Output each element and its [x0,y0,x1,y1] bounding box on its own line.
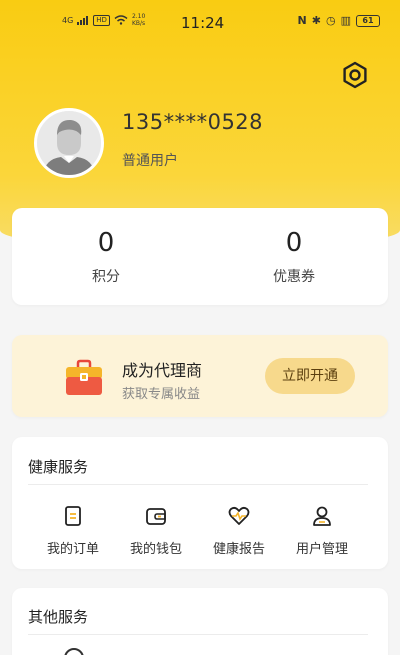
service-label: 我的钱包 [129,542,182,557]
service-health-report[interactable]: 健康报告 [199,505,279,557]
nfc-icon: N [297,14,307,27]
user-icon [313,506,331,526]
status-time: 11:24 [181,14,225,32]
other-services-title: 其他服务 [28,608,89,626]
service-label: 健康报告 [212,542,265,557]
stat-points[interactable]: 0 积分 [46,228,166,286]
hd-badge: HD [93,14,110,26]
coupons-label: 优惠券 [273,269,315,285]
service-my-orders[interactable]: 我的订单 [33,505,113,557]
user-type: 普通用户 [122,153,178,169]
alarm-icon: ◷ [325,14,336,27]
bluetooth-icon: ✱ [311,14,321,27]
order-icon [65,506,81,526]
default-avatar-icon [37,111,101,175]
status-right: N ✱ ◷ ▥ 61 [298,14,380,27]
wifi-icon [114,15,128,25]
points-label: 积分 [92,269,120,285]
stat-coupons[interactable]: 0 优惠券 [234,228,354,286]
health-divider [28,484,368,485]
gear-icon[interactable] [340,60,370,90]
status-left: 4G HD 2.10 KB/s [62,13,152,27]
points-value: 0 [97,228,115,258]
service-my-wallet[interactable]: 我的钱包 [116,505,196,557]
coupons-value: 0 [285,228,303,258]
stats-card: 0 积分 0 优惠券 [12,208,388,305]
heart-pulse-icon [228,506,250,525]
service-label: 我的订单 [46,542,99,557]
service-label: 用户管理 [295,542,348,557]
vibrate-icon: ▥ [340,14,351,27]
avatar[interactable] [34,108,104,178]
status-bar: 4G HD 2.10 KB/s 11:24 N ✱ ◷ ▥ 61 [0,0,400,44]
service-user-management[interactable]: 用户管理 [282,505,362,557]
network-speed: 2.10 KB/s [131,13,146,27]
other-divider [28,634,368,635]
battery-indicator: 61 [356,14,380,27]
signal-icon [77,15,89,25]
wallet-icon [146,508,166,525]
toolbox-icon [66,359,102,395]
agent-title: 成为代理商 [122,361,203,380]
health-services-title: 健康服务 [28,458,89,476]
user-phone: 135****0528 [122,110,264,134]
activate-button[interactable]: 立即开通 [265,358,355,394]
agent-banner[interactable]: 成为代理商 获取专属收益 立即开通 [12,335,388,417]
agent-subtitle: 获取专属收益 [122,387,201,402]
network-indicator: 4G [62,15,74,25]
